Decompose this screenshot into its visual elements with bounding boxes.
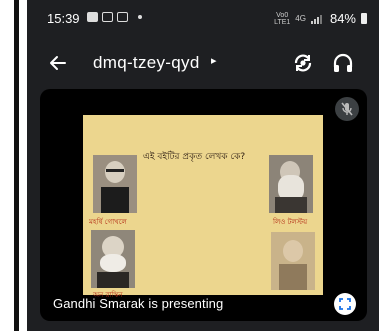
mic-off-icon [341,102,353,116]
notification-icons [87,12,142,22]
portrait-bottom-right [271,232,315,290]
volte-tag-bottom: LTE1 [274,18,291,26]
fullscreen-icon [339,298,351,310]
battery-icon [361,13,367,24]
headphones-icon [333,53,353,72]
shared-slide: এই বইটির প্রকৃত লেখক কে? মহর্ষি গোখলে লি… [83,115,323,299]
gallery-notification-icon [87,12,98,22]
message-notification-icon [117,12,128,22]
signal-strength-icon [310,14,325,24]
arrow-left-icon [50,56,66,70]
more-notifications-dot-icon [138,15,142,19]
switch-camera-button[interactable] [290,50,316,76]
volte-indicator: Vo0 LTE1 [274,12,290,26]
meeting-app-bar: dmq-tzey-qyd ▸ [27,40,379,86]
muted-indicator [335,97,359,121]
battery-percent: 84% [329,11,356,26]
volte-tag-top: Vo0 [276,11,289,19]
portrait-top-left [93,155,137,213]
presentation-tile[interactable]: এই বইটির প্রকৃত লেখক কে? মহর্ষি গোখলে লি… [40,89,367,321]
caption-top-right: লিও টলস্টয় [273,218,308,226]
network-type: 4G [295,14,306,23]
presenter-label: Gandhi Smarak is presenting [53,296,224,311]
status-bar: 15:39 Vo0 LTE1 4G 84% [27,0,379,40]
switch-camera-icon [294,54,312,72]
system-indicators: Vo0 LTE1 4G 84% [274,11,367,26]
audio-output-button[interactable] [330,50,356,76]
meeting-code-title[interactable]: dmq-tzey-qyd [93,53,200,73]
slide-question: এই বইটির প্রকৃত লেখক কে? [143,152,246,162]
status-time: 15:39 [47,11,80,26]
meeting-details-chevron-icon[interactable]: ▸ [211,54,217,67]
fullscreen-button[interactable] [334,293,356,315]
app-notification-icon [102,12,113,22]
back-button[interactable] [45,50,71,76]
portrait-bottom-left [91,230,135,288]
portrait-top-right [269,155,313,213]
meet-app-screen: 15:39 Vo0 LTE1 4G 84% dmq-tzey-qyd ▸ এই … [27,0,379,331]
caption-top-left: মহর্ষি গোখলে [89,218,127,226]
background-window-edge [0,0,27,331]
